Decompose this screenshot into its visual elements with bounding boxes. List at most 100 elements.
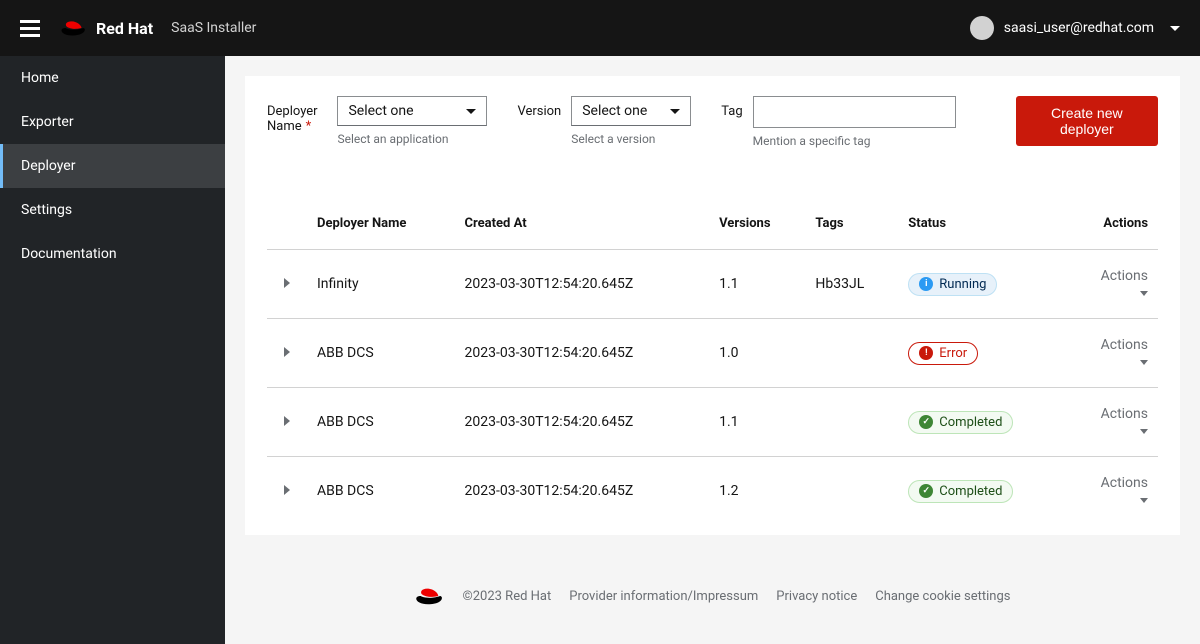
brand-logo[interactable]: Red Hat <box>60 18 153 38</box>
cell-created-at: 2023-03-30T12:54:20.645Z <box>455 319 710 388</box>
status-icon: ! <box>919 346 933 360</box>
sidebar: Home Exporter Deployer Settings Document… <box>0 56 225 644</box>
sidebar-item-label: Deployer <box>21 158 75 174</box>
page-footer: ©2023 Red Hat Provider information/Impre… <box>225 555 1200 637</box>
deployer-name-select[interactable]: Select one <box>337 96 487 126</box>
column-header: Actions <box>1067 198 1158 250</box>
cell-versions: 1.1 <box>709 388 805 457</box>
avatar-icon <box>970 16 994 40</box>
cell-status: iRunning <box>898 250 1067 319</box>
status-icon: ✓ <box>919 415 933 429</box>
chevron-down-icon <box>466 109 476 114</box>
filter-deployer-name: Deployer Name* Select one Select an appl… <box>267 96 487 146</box>
row-actions-menu[interactable]: Actions <box>1067 388 1158 457</box>
cell-created-at: 2023-03-30T12:54:20.645Z <box>455 457 710 526</box>
copyright: ©2023 Red Hat <box>463 589 552 604</box>
column-header: Tags <box>805 198 898 250</box>
filter-label: Deployer Name* <box>267 96 327 146</box>
footer-link[interactable]: Change cookie settings <box>875 589 1010 604</box>
hamburger-menu-icon[interactable] <box>20 20 40 37</box>
status-badge: iRunning <box>908 273 997 296</box>
cell-tags <box>805 457 898 526</box>
row-actions-menu[interactable]: Actions <box>1067 319 1158 388</box>
chevron-down-icon <box>1170 26 1180 31</box>
create-deployer-button[interactable]: Create new deployer <box>1016 96 1158 146</box>
filter-label: Tag <box>721 96 742 148</box>
expand-toggle[interactable] <box>267 319 307 388</box>
user-menu[interactable]: saasi_user@redhat.com <box>970 16 1180 40</box>
helper-text: Mention a specific tag <box>753 134 956 148</box>
deployers-table: Deployer Name Created At Versions Tags S… <box>267 198 1158 525</box>
chevron-down-icon <box>1140 291 1148 296</box>
status-badge: ✓Completed <box>908 480 1013 503</box>
cell-deployer-name: Infinity <box>307 250 455 319</box>
redhat-hat-icon <box>60 18 88 38</box>
status-icon: ✓ <box>919 484 933 498</box>
sidebar-item-label: Home <box>21 70 59 86</box>
cell-deployer-name: ABB DCS <box>307 457 455 526</box>
cell-status: ✓Completed <box>898 388 1067 457</box>
cell-created-at: 2023-03-30T12:54:20.645Z <box>455 388 710 457</box>
table-row: ABB DCS2023-03-30T12:54:20.645Z1.0 !Error… <box>267 319 1158 388</box>
sidebar-item-label: Settings <box>21 202 72 218</box>
expand-toggle[interactable] <box>267 457 307 526</box>
select-value: Select one <box>348 103 413 119</box>
table-row: ABB DCS2023-03-30T12:54:20.645Z1.1 ✓Compl… <box>267 388 1158 457</box>
cell-deployer-name: ABB DCS <box>307 319 455 388</box>
version-select[interactable]: Select one <box>571 96 691 126</box>
column-header: Deployer Name <box>307 198 455 250</box>
chevron-down-icon <box>1140 360 1148 365</box>
cell-created-at: 2023-03-30T12:54:20.645Z <box>455 250 710 319</box>
expand-toggle[interactable] <box>267 250 307 319</box>
row-actions-menu[interactable]: Actions <box>1067 457 1158 526</box>
cell-tags <box>805 388 898 457</box>
status-icon: i <box>919 277 933 291</box>
chevron-right-icon <box>284 347 290 357</box>
column-header: Status <box>898 198 1067 250</box>
status-badge: !Error <box>908 342 978 365</box>
filter-version: Version Select one Select a version <box>517 96 691 146</box>
expand-toggle[interactable] <box>267 388 307 457</box>
chevron-right-icon <box>284 416 290 426</box>
chevron-down-icon <box>1140 429 1148 434</box>
footer-link[interactable]: Privacy notice <box>776 589 857 604</box>
filter-label: Version <box>517 96 561 146</box>
global-header: Red Hat SaaS Installer saasi_user@redhat… <box>0 0 1200 56</box>
sidebar-item-label: Exporter <box>21 114 74 130</box>
footer-link[interactable]: Provider information/Impressum <box>569 589 758 604</box>
helper-text: Select a version <box>571 132 691 146</box>
tag-input[interactable] <box>753 96 956 128</box>
cell-versions: 1.2 <box>709 457 805 526</box>
helper-text: Select an application <box>337 132 487 146</box>
main-content: Deployer Name* Select one Select an appl… <box>225 56 1200 644</box>
table-row: ABB DCS2023-03-30T12:54:20.645Z1.2 ✓Compl… <box>267 457 1158 526</box>
select-value: Select one <box>582 103 647 119</box>
cell-status: ✓Completed <box>898 457 1067 526</box>
chevron-down-icon <box>1140 498 1148 503</box>
cell-versions: 1.0 <box>709 319 805 388</box>
column-header: Versions <box>709 198 805 250</box>
cell-tags <box>805 319 898 388</box>
filter-tag: Tag Mention a specific tag <box>721 96 955 148</box>
table-row: Infinity2023-03-30T12:54:20.645Z1.1Hb33J… <box>267 250 1158 319</box>
sidebar-item-deployer[interactable]: Deployer <box>0 144 225 188</box>
user-email: saasi_user@redhat.com <box>1004 20 1154 36</box>
cell-tags: Hb33JL <box>805 250 898 319</box>
cell-status: !Error <box>898 319 1067 388</box>
sidebar-item-label: Documentation <box>21 246 117 262</box>
cell-deployer-name: ABB DCS <box>307 388 455 457</box>
sidebar-item-home[interactable]: Home <box>0 56 225 100</box>
status-badge: ✓Completed <box>908 411 1013 434</box>
chevron-down-icon <box>670 109 680 114</box>
redhat-hat-icon <box>415 585 445 607</box>
app-title: SaaS Installer <box>171 20 256 36</box>
sidebar-item-exporter[interactable]: Exporter <box>0 100 225 144</box>
sidebar-item-documentation[interactable]: Documentation <box>0 232 225 276</box>
filter-row: Deployer Name* Select one Select an appl… <box>267 96 1158 148</box>
row-actions-menu[interactable]: Actions <box>1067 250 1158 319</box>
column-header: Created At <box>455 198 710 250</box>
chevron-right-icon <box>284 278 290 288</box>
chevron-right-icon <box>284 485 290 495</box>
sidebar-item-settings[interactable]: Settings <box>0 188 225 232</box>
cell-versions: 1.1 <box>709 250 805 319</box>
